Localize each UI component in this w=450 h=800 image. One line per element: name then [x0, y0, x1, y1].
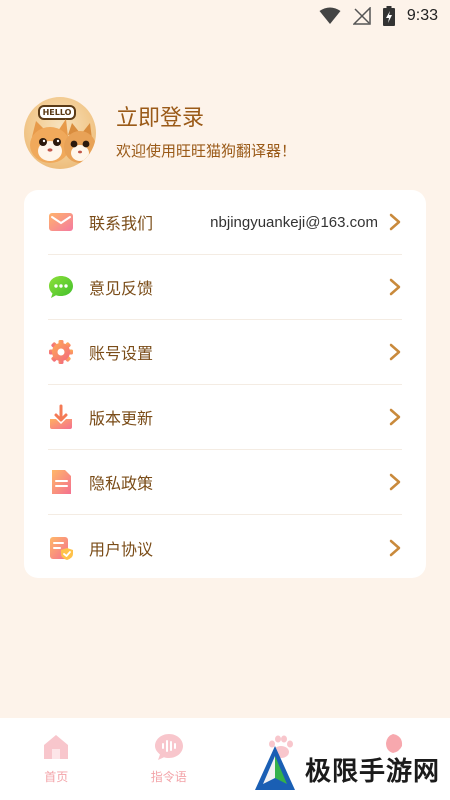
- profile-text: 立即登录 欢迎使用旺旺猫狗翻译器！: [116, 104, 296, 161]
- menu-item-feedback[interactable]: 意见反馈: [48, 255, 402, 320]
- settings-menu: 联系我们 nbjingyuankeji@163.com 意见反馈 账号设置 版本…: [24, 190, 426, 578]
- wifi-icon: [319, 7, 341, 24]
- menu-label: 账号设置: [89, 344, 154, 363]
- cats-illustration: [30, 118, 96, 163]
- signal-icon: [352, 7, 371, 25]
- site-watermark: 极限手游网: [253, 744, 440, 794]
- chevron-right-icon: [389, 343, 401, 361]
- chat-bubble-icon: [49, 276, 73, 298]
- menu-item-contact-us[interactable]: 联系我们 nbjingyuankeji@163.com: [48, 190, 402, 255]
- watermark-text: 极限手游网: [304, 756, 440, 787]
- menu-label: 意见反馈: [89, 279, 154, 298]
- menu-item-privacy-policy[interactable]: 隐私政策: [48, 450, 402, 515]
- login-title[interactable]: 立即登录: [116, 104, 296, 134]
- tab-home[interactable]: 首页: [0, 718, 113, 800]
- avatar[interactable]: HELLO: [24, 96, 96, 169]
- status-time: 9:33: [406, 7, 438, 24]
- chevron-right-icon: [389, 539, 401, 556]
- menu-label: 联系我们: [89, 214, 154, 233]
- status-bar: 9:33: [0, 0, 450, 32]
- menu-item-user-agreement[interactable]: 用户协议: [48, 515, 402, 580]
- home-icon: [44, 735, 69, 759]
- chevron-right-icon: [389, 213, 401, 231]
- menu-item-account-settings[interactable]: 账号设置: [48, 320, 402, 385]
- document-icon: [52, 470, 71, 494]
- welcome-message: 欢迎使用旺旺猫狗翻译器！: [116, 142, 297, 160]
- watermark-logo-icon: [254, 746, 295, 790]
- contact-email: nbjingyuankeji@163.com: [210, 213, 378, 231]
- tab-commands[interactable]: 指令语: [113, 718, 226, 800]
- tab-label: 首页: [44, 770, 69, 784]
- chevron-right-icon: [389, 473, 401, 491]
- menu-label: 用户协议: [89, 539, 154, 559]
- voice-icon: [154, 734, 183, 760]
- download-icon: [50, 404, 72, 429]
- menu-label: 版本更新: [89, 409, 154, 428]
- gear-icon: [49, 340, 73, 364]
- chevron-right-icon: [389, 278, 401, 296]
- mail-icon: [49, 213, 73, 231]
- profile-header[interactable]: HELLO 立即登录 欢迎使用旺旺猫狗翻译器！: [24, 95, 426, 170]
- chevron-right-icon: [389, 408, 401, 426]
- agreement-icon: [50, 536, 73, 560]
- battery-icon: [382, 6, 395, 26]
- menu-item-version-update[interactable]: 版本更新: [48, 385, 402, 450]
- tab-label: 指令语: [150, 770, 187, 784]
- menu-label: 隐私政策: [89, 474, 154, 493]
